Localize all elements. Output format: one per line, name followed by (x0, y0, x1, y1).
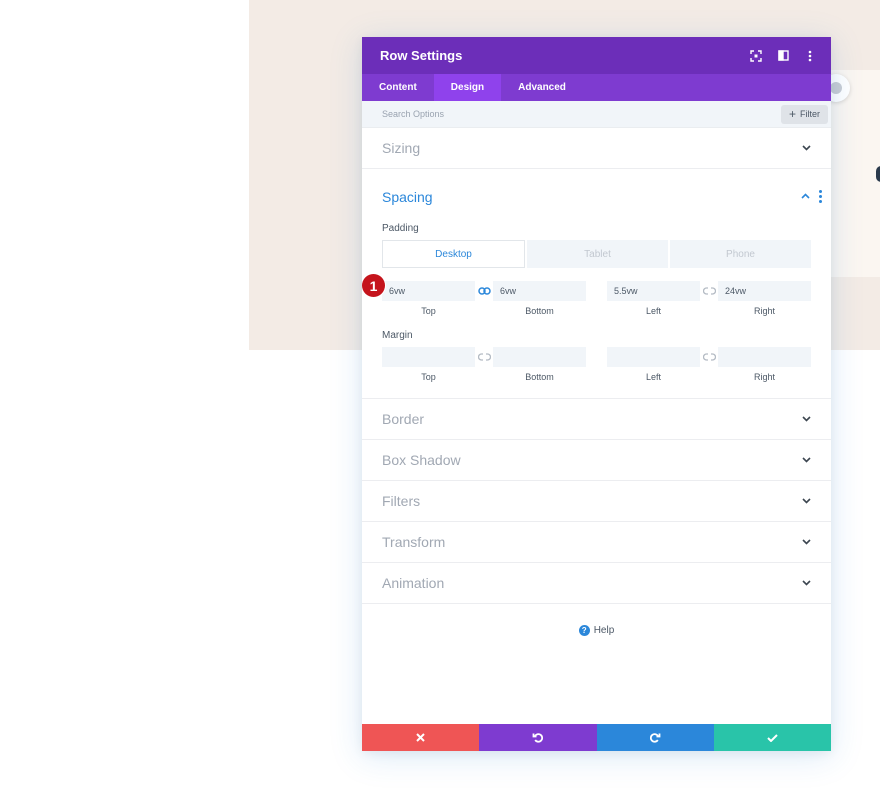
save-button[interactable] (713, 724, 831, 751)
padding-right-input[interactable]: 24vw (718, 281, 811, 301)
section-filters[interactable]: Filters (362, 481, 831, 522)
redo-icon (649, 733, 661, 743)
section-label: Sizing (382, 140, 421, 156)
section-sizing[interactable]: Sizing (362, 128, 831, 169)
chevron-up-icon[interactable] (800, 191, 810, 201)
padding-label: Padding (382, 223, 419, 234)
margin-top-input[interactable] (382, 347, 475, 367)
margin-label: Margin (382, 330, 413, 341)
chevron-down-icon (801, 537, 811, 547)
spacing-header[interactable]: Spacing (382, 169, 822, 223)
cancel-button[interactable] (362, 724, 480, 751)
close-icon (416, 733, 425, 742)
section-border[interactable]: Border (362, 399, 831, 440)
padding-left-input[interactable]: 5.5vw (607, 281, 700, 301)
more-icon[interactable] (801, 47, 819, 65)
section-box-shadow[interactable]: Box Shadow (362, 440, 831, 481)
fullscreen-icon[interactable] (747, 47, 765, 65)
padding-fields: 6vw Top 6vw Bottom 5.5vw Left 24vw Right (382, 281, 811, 316)
link-active-icon[interactable] (475, 281, 493, 301)
margin-bottom-input[interactable] (493, 347, 586, 367)
section-label: Animation (382, 575, 445, 591)
undo-icon (532, 733, 544, 743)
undo-button[interactable] (479, 724, 597, 751)
check-icon (767, 733, 778, 742)
chevron-down-icon (801, 414, 811, 424)
link-broken-icon[interactable] (700, 281, 718, 301)
margin-horizontal: Left Right (607, 347, 811, 382)
redo-button[interactable] (596, 724, 714, 751)
step-badge: 1 (362, 274, 385, 297)
padding-top-input[interactable]: 6vw (382, 281, 475, 301)
section-label: Box Shadow (382, 452, 461, 468)
row-settings-modal: Row Settings Content Design Advanced Sea… (362, 37, 831, 751)
padding-right-label: Right (753, 306, 775, 316)
padding-bottom-label: Bottom (525, 306, 554, 316)
modal-footer (362, 724, 831, 751)
more-icon[interactable] (818, 189, 822, 203)
device-tab-desktop[interactable]: Desktop (382, 240, 525, 268)
filter-label: Filter (800, 109, 820, 119)
header-actions (747, 47, 819, 65)
help-label: Help (593, 625, 615, 636)
margin-right-label: Right (753, 372, 775, 382)
page-dot-handle (876, 166, 880, 182)
margin-fields: Top Bottom Left Right (382, 347, 811, 382)
margin-vertical: Top Bottom (382, 347, 586, 382)
chevron-down-icon (801, 143, 811, 153)
link-broken-icon[interactable] (700, 347, 718, 367)
modal-header[interactable]: Row Settings (362, 37, 831, 74)
margin-left-label: Left (645, 372, 661, 382)
section-transform[interactable]: Transform (362, 522, 831, 563)
tab-advanced[interactable]: Advanced (501, 74, 583, 101)
filter-button[interactable]: + Filter (780, 104, 828, 124)
chevron-down-icon (801, 496, 811, 506)
link-broken-icon[interactable] (475, 347, 493, 367)
padding-bottom-input[interactable]: 6vw (493, 281, 586, 301)
padding-top-label: Top (421, 306, 436, 316)
split-view-icon[interactable] (774, 47, 792, 65)
modal-title: Row Settings (380, 48, 463, 63)
tab-design[interactable]: Design (433, 74, 502, 101)
device-tab-tablet[interactable]: Tablet (527, 240, 668, 268)
tab-content[interactable]: Content (362, 74, 434, 101)
question-icon: ? (578, 625, 590, 636)
plus-icon: + (788, 107, 796, 121)
margin-right-input[interactable] (718, 347, 811, 367)
device-tabs: Desktop Tablet Phone (382, 240, 811, 268)
search-bar: Search Options + Filter (362, 101, 831, 128)
padding-vertical: 6vw Top 6vw Bottom (382, 281, 586, 316)
padding-horizontal: 5.5vw Left 24vw Right (607, 281, 811, 316)
margin-top-label: Top (421, 372, 436, 382)
section-label: Spacing (382, 188, 433, 205)
section-label: Transform (382, 534, 446, 550)
section-label: Filters (382, 493, 421, 509)
margin-bottom-label: Bottom (525, 372, 554, 382)
settings-tabs: Content Design Advanced (362, 74, 831, 101)
chevron-down-icon (801, 455, 811, 465)
section-label: Border (382, 411, 425, 427)
search-input[interactable]: Search Options (382, 109, 781, 119)
help-link[interactable]: ? Help (362, 625, 831, 636)
padding-left-label: Left (645, 306, 661, 316)
section-animation[interactable]: Animation (362, 563, 831, 604)
section-spacing: Spacing Padding Desktop Tablet Phone 6vw… (362, 169, 831, 399)
chevron-down-icon (801, 578, 811, 588)
device-tab-phone[interactable]: Phone (670, 240, 811, 268)
margin-left-input[interactable] (607, 347, 700, 367)
